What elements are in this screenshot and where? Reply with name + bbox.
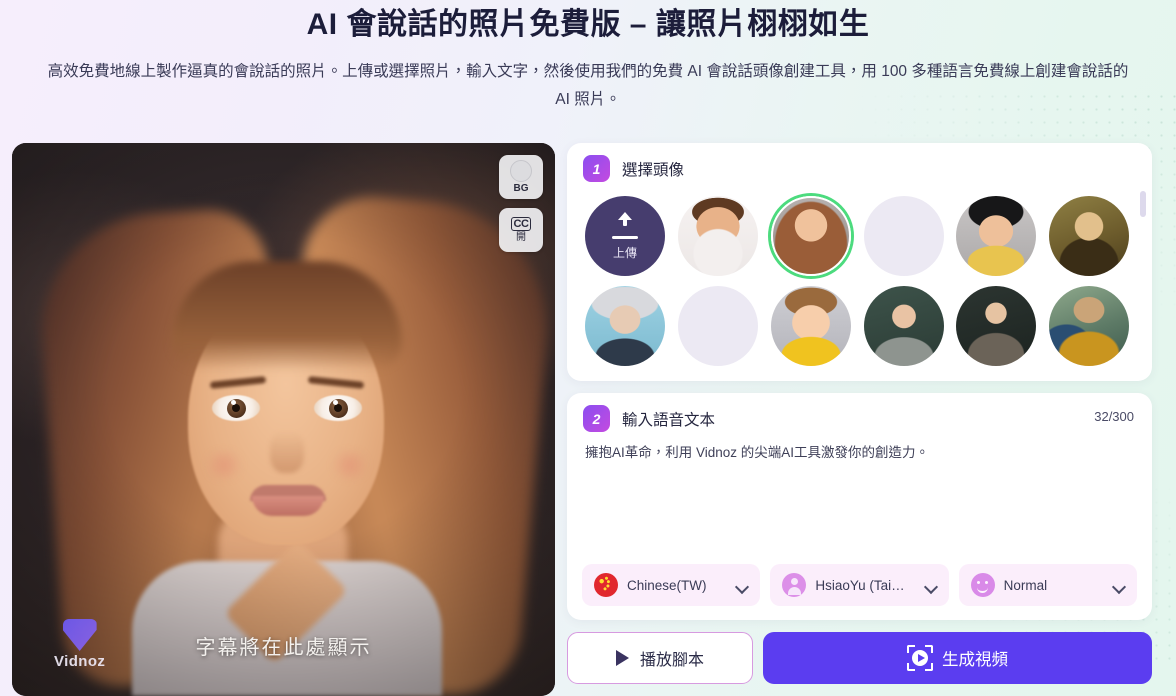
style-selector-label: Normal [1003, 577, 1048, 593]
preview-photo-vignette [12, 143, 555, 696]
avatar-scrollbar-thumb[interactable] [1140, 191, 1146, 217]
upload-label: 上傳 [612, 245, 637, 260]
subtitle-placeholder: 字幕將在此處顯示 [195, 637, 372, 659]
action-button-row: 播放腳本 生成視頻 [567, 632, 1152, 684]
generate-video-icon [907, 645, 933, 671]
select-avatar-header: 1 選擇頭像 [567, 143, 1152, 186]
avatar-option-cartoon-girl-yellow[interactable] [677, 286, 758, 366]
language-selector-label: Chinese(TW) [627, 577, 707, 593]
flag-china-icon [594, 573, 618, 597]
script-input-title: 輸入語音文本 [622, 411, 716, 429]
script-input-card: 2 輸入語音文本 32/300 Chinese(TW) HsiaoYu (Tai… [567, 393, 1152, 620]
script-textarea[interactable] [567, 436, 1152, 564]
avatar-option-monkey-king-warrior[interactable] [1049, 286, 1130, 366]
closed-caption-icon: CC [510, 217, 532, 231]
avatar-option-teacher-woman[interactable] [863, 286, 944, 366]
video-preview-panel: BG CC 開 Vidnoz 字幕將在此處顯示 [12, 143, 555, 696]
avatar-option-cartoon-young-man[interactable] [677, 196, 758, 276]
voice-options-row: Chinese(TW) HsiaoYu (Tai… Normal [567, 564, 1152, 620]
background-toggle-button[interactable]: BG [499, 155, 543, 199]
editor-column: 1 選擇頭像 上傳 2 輸入語音文本 32/300 擁抱AI革命，利用 Vidn… [567, 143, 1164, 696]
page-subtitle: 高效免費地線上製作逼真的會說話的照片。上傳或選擇照片，輸入文字，然後使用我們的免… [47, 63, 1129, 108]
play-script-button[interactable]: 播放腳本 [567, 632, 753, 684]
smiley-icon [970, 573, 995, 597]
chevron-down-icon [926, 582, 937, 589]
select-avatar-card: 1 選擇頭像 上傳 [567, 143, 1152, 381]
page-root: AI 會說話的照片免費版 – 讓照片栩栩如生 高效免費地線上製作逼真的會說話的照… [0, 0, 1176, 696]
style-selector[interactable]: Normal [958, 564, 1137, 606]
language-selector[interactable]: Chinese(TW) [582, 564, 761, 606]
avatar-grid: 上傳 [585, 196, 1134, 366]
avatar-preview-stage[interactable]: BG CC 開 Vidnoz 字幕將在此處顯示 [12, 143, 555, 696]
caption-toggle-button[interactable]: CC 開 [499, 208, 543, 252]
avatar-scrollbar[interactable] [1140, 191, 1146, 371]
background-swatch-icon [510, 160, 532, 182]
preview-controls: BG CC 開 [499, 155, 543, 252]
step-1-badge: 1 [583, 155, 610, 182]
avatar-option-teacher-man-glasses[interactable] [956, 286, 1037, 366]
page-header: AI 會說話的照片免費版 – 讓照片栩栩如生 高效免費地線上製作逼真的會說話的照… [0, 0, 1176, 114]
avatar-option-cartoon-long-hair-woman[interactable] [770, 196, 851, 276]
avatar-scroll-area[interactable]: 上傳 [567, 186, 1152, 372]
avatar-option-cartoon-bun-woman[interactable] [863, 196, 944, 276]
play-script-label: 播放腳本 [639, 652, 704, 669]
avatar-option-einstein[interactable] [585, 286, 665, 366]
play-icon [615, 650, 629, 666]
generate-video-label: 生成視頻 [942, 651, 1008, 669]
upload-underline-icon [612, 236, 638, 239]
caption-state-label: 開 [516, 232, 526, 243]
step-2-badge: 2 [583, 405, 610, 432]
page-title: AI 會說話的照片免費版 – 讓照片栩栩如生 [306, 8, 870, 41]
avatar-option-cartoon-black-hair-boy[interactable] [956, 196, 1037, 276]
main-content: BG CC 開 Vidnoz 字幕將在此處顯示 1 選擇頭像 上傳 2 輸入語音… [0, 143, 1176, 696]
chevron-down-icon [1114, 582, 1125, 589]
background-button-label: BG [513, 183, 529, 194]
voice-selector-label: HsiaoYu (Tai… [815, 577, 905, 593]
character-counter: 32/300 [1094, 409, 1134, 424]
upload-arrow-icon [614, 211, 636, 233]
voice-selector[interactable]: HsiaoYu (Tai… [770, 564, 949, 606]
upload-avatar-button[interactable]: 上傳 [585, 196, 665, 276]
script-input-header: 2 輸入語音文本 32/300 [567, 393, 1152, 436]
select-avatar-title: 選擇頭像 [622, 161, 685, 179]
person-icon [782, 573, 807, 597]
avatar-option-mona-lisa[interactable] [1049, 196, 1130, 276]
chevron-down-icon [737, 582, 748, 589]
generate-video-button[interactable]: 生成視頻 [763, 632, 1152, 684]
avatar-option-cartoon-boy-yellow-jacket[interactable] [770, 286, 851, 366]
